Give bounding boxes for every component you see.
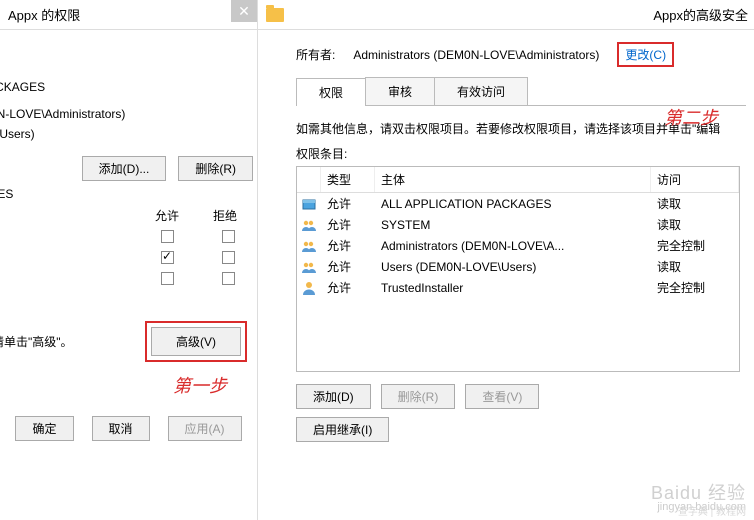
user-entry[interactable]: VE\Users) xyxy=(0,124,257,144)
allow-header: 允许 xyxy=(155,207,179,224)
owner-label: 所有者: xyxy=(296,46,335,63)
watermark-extra: 查字典 | 教程网 xyxy=(678,503,746,518)
tab-auditing[interactable]: 审核 xyxy=(365,77,435,105)
apply-button[interactable]: 应用(A) xyxy=(168,416,242,441)
principal-icon xyxy=(297,196,321,212)
deny-header: 拒绝 xyxy=(213,207,237,224)
cell-access: 完全控制 xyxy=(651,237,739,254)
table-row[interactable]: 允许Users (DEM0N-LOVE\Users)读取 xyxy=(297,256,739,277)
user-entry[interactable]: M0N-LOVE\Administrators) xyxy=(0,104,257,124)
allow-checkbox[interactable] xyxy=(161,230,174,243)
highlight-box-step1: 高级(V) xyxy=(145,321,247,362)
remove-button[interactable]: 删除(R) xyxy=(178,156,253,181)
advanced-security-dialog: Appx的高级安全 所有者: Administrators (DEM0N-LOV… xyxy=(258,0,754,520)
annotation-step2: 第二步 xyxy=(664,104,718,130)
tab-effective-access[interactable]: 有效访问 xyxy=(434,77,528,105)
tab-bar: 权限 审核 有效访问 xyxy=(296,77,746,106)
properties-dialog: Appx 的权限 ✕ PACKAGES M0N-LOVE\Administrat… xyxy=(0,0,258,520)
remove-entry-button[interactable]: 删除(R) xyxy=(381,384,456,409)
cell-type: 允许 xyxy=(321,279,375,296)
deny-checkbox[interactable] xyxy=(222,251,235,264)
owner-value: Administrators (DEM0N-LOVE\Administrator… xyxy=(353,48,599,62)
cell-access: 完全控制 xyxy=(651,279,739,296)
cell-principal: ALL APPLICATION PACKAGES xyxy=(375,197,651,211)
change-owner-link[interactable]: 更改(C) xyxy=(625,48,666,62)
close-icon: ✕ xyxy=(238,3,250,20)
advanced-button[interactable]: 高级(V) xyxy=(151,327,241,356)
deny-checkbox[interactable] xyxy=(222,230,235,243)
add-button[interactable]: 添加(D)... xyxy=(82,156,167,181)
add-entry-button[interactable]: 添加(D) xyxy=(296,384,371,409)
col-principal[interactable]: 主体 xyxy=(375,167,651,192)
cell-principal: Users (DEM0N-LOVE\Users) xyxy=(375,260,651,274)
cell-principal: SYSTEM xyxy=(375,218,651,232)
cell-access: 读取 xyxy=(651,258,739,275)
cell-principal: Administrators (DEM0N-LOVE\A... xyxy=(375,239,651,253)
col-type[interactable]: 类型 xyxy=(321,167,375,192)
annotation-step1: 第一步 xyxy=(0,372,227,398)
view-entry-button[interactable]: 查看(V) xyxy=(465,384,539,409)
cell-type: 允许 xyxy=(321,195,375,212)
principal-icon xyxy=(297,217,321,233)
principal-icon xyxy=(297,259,321,275)
folder-icon xyxy=(266,8,284,22)
group-packages-label: PACKAGES xyxy=(0,80,257,94)
deny-checkbox[interactable] xyxy=(222,272,235,285)
advanced-hint: ，请单击"高级"。 xyxy=(0,333,73,350)
table-row[interactable]: 允许TrustedInstaller完全控制 xyxy=(297,277,739,298)
dialog-titlebar: Appx 的权限 ✕ xyxy=(0,0,257,30)
table-row[interactable]: 允许Administrators (DEM0N-LOVE\A...完全控制 xyxy=(297,235,739,256)
highlight-box-step2: 更改(C) xyxy=(617,42,674,67)
group-ages-label: AGES xyxy=(0,187,257,201)
permission-entries-label: 权限条目: xyxy=(296,145,746,162)
cell-type: 允许 xyxy=(321,237,375,254)
cell-type: 允许 xyxy=(321,258,375,275)
dialog-titlebar: Appx的高级安全 xyxy=(258,0,754,30)
tab-permissions[interactable]: 权限 xyxy=(296,78,366,106)
principal-icon xyxy=(297,280,321,296)
permission-list: 类型 主体 访问 允许ALL APPLICATION PACKAGES读取允许S… xyxy=(296,166,740,372)
col-blank xyxy=(297,167,321,192)
cell-type: 允许 xyxy=(321,216,375,233)
close-button[interactable]: ✕ xyxy=(231,0,257,22)
allow-checkbox[interactable] xyxy=(161,251,174,264)
principal-icon xyxy=(297,238,321,254)
cell-access: 读取 xyxy=(651,195,739,212)
dialog-title: Appx 的权限 xyxy=(8,5,80,24)
cell-access: 读取 xyxy=(651,216,739,233)
col-access[interactable]: 访问 xyxy=(651,167,739,192)
cell-principal: TrustedInstaller xyxy=(375,281,651,295)
cancel-button[interactable]: 取消 xyxy=(92,416,150,441)
enable-inheritance-button[interactable]: 启用继承(I) xyxy=(296,417,389,442)
allow-checkbox[interactable] xyxy=(161,272,174,285)
table-row[interactable]: 允许ALL APPLICATION PACKAGES读取 xyxy=(297,193,739,214)
ok-button[interactable]: 确定 xyxy=(15,416,73,441)
dialog-title: Appx的高级安全 xyxy=(653,5,748,24)
table-row[interactable]: 允许SYSTEM读取 xyxy=(297,214,739,235)
